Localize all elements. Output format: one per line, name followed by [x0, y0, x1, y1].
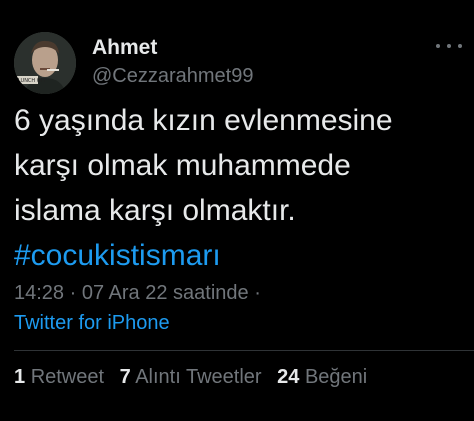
retweets-stat[interactable]: 1 Retweet [14, 366, 104, 388]
quote-tweets-stat[interactable]: 7 Alıntı Tweetler [120, 366, 262, 388]
tweet-text-line: islama karşı olmaktır. [14, 194, 296, 227]
likes-label: Beğeni [304, 366, 368, 388]
separator-dot: · [254, 282, 261, 304]
tweet-source-link[interactable]: Twitter for iPhone [14, 312, 170, 335]
tweet-date[interactable]: 07 Ara 22 saatinde [82, 282, 249, 304]
engagement-stats: 1 Retweet 7 Alıntı Tweetler 24 Beğeni [14, 366, 377, 389]
tweet-text-line: karşı olmak muhammede [14, 149, 351, 182]
tweet-text-line: 6 yaşında kızın evlenmesine [14, 104, 393, 137]
retweets-count: 1 [14, 366, 26, 388]
tweet-timestamp: 14:28 · 07 Ara 22 saatinde · [14, 282, 261, 305]
quote-tweets-label: Alıntı Tweetler [135, 366, 262, 388]
avatar-photo: LUNCH OFF [14, 32, 76, 94]
user-handle[interactable]: @Cezzarahmet99 [92, 65, 253, 88]
svg-text:LUNCH OFF: LUNCH OFF [18, 78, 47, 84]
retweets-label: Retweet [30, 366, 105, 388]
display-name[interactable]: Ahmet [92, 36, 157, 60]
divider [14, 350, 474, 351]
more-options-button[interactable] [436, 40, 462, 52]
quote-tweets-count: 7 [119, 366, 131, 388]
more-horizontal-icon [436, 44, 440, 48]
avatar[interactable]: LUNCH OFF [14, 32, 76, 94]
likes-stat[interactable]: 24 Beğeni [277, 366, 367, 388]
tweet-time[interactable]: 14:28 [14, 282, 64, 304]
hashtag-link[interactable]: #cocukistismarı [14, 239, 221, 272]
more-horizontal-icon [447, 44, 451, 48]
separator-dot: · [69, 282, 77, 304]
more-horizontal-icon [458, 44, 462, 48]
tweet-text: 6 yaşında kızın evlenmesine karşı olmak … [14, 98, 464, 278]
likes-count: 24 [277, 366, 300, 388]
tweet-container: LUNCH OFF Ahmet @Cezzarahmet99 6 yaşında… [0, 0, 474, 421]
